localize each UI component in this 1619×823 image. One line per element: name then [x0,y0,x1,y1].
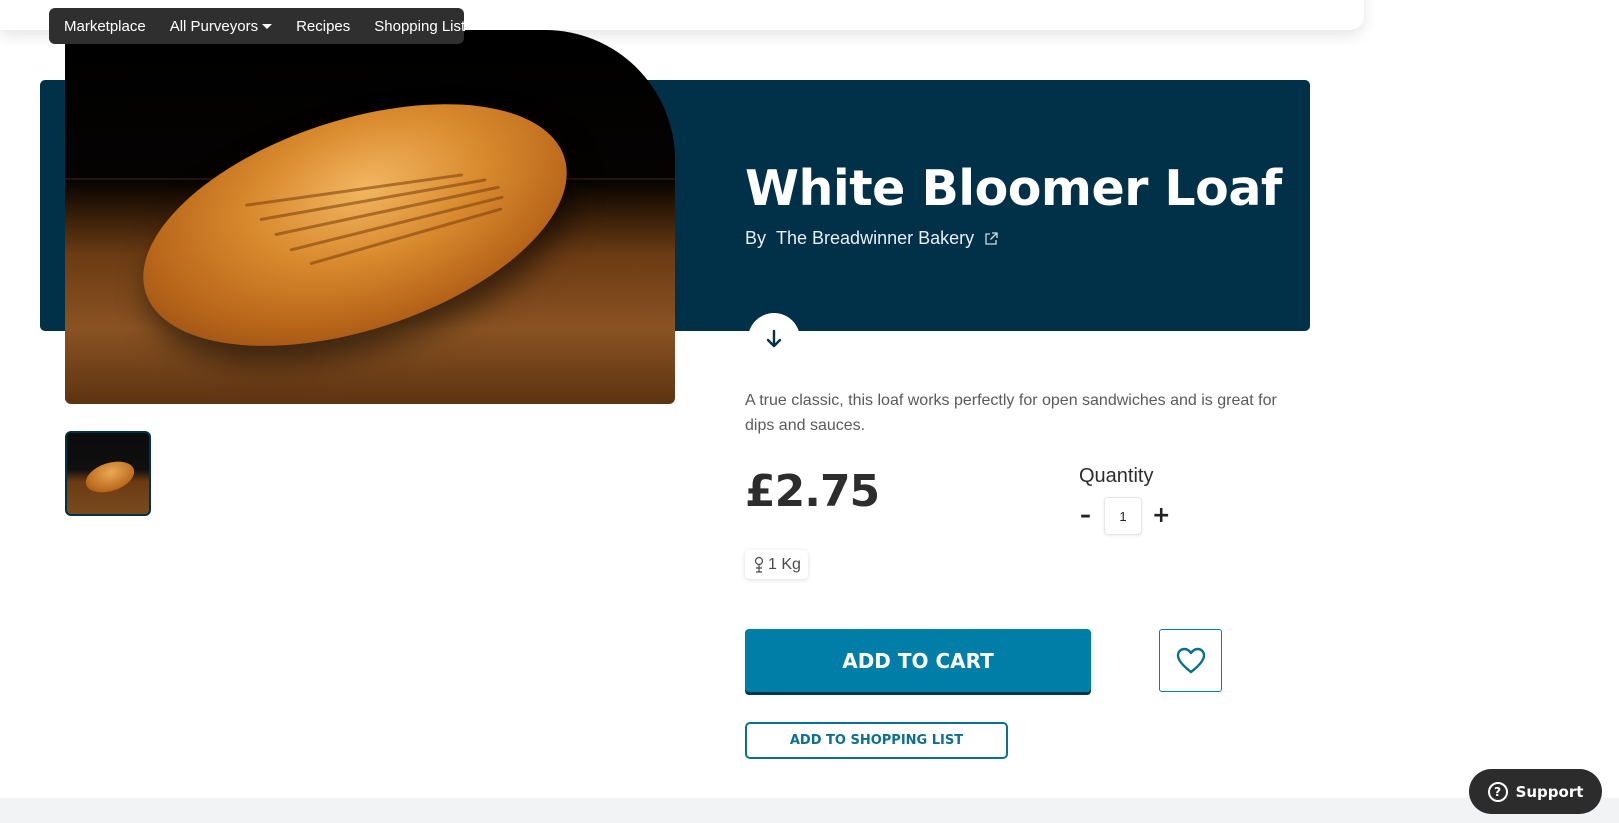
nav-marketplace[interactable]: Marketplace [57,18,153,35]
quantity-decrease-button[interactable]: – [1080,503,1091,528]
vendor-link[interactable]: The Breadwinner Bakery [776,228,974,249]
bread-loaf-image [113,57,597,393]
product-title: White Bloomer Loaf [745,160,1282,217]
thumbnail-loaf [81,455,139,499]
nav-all-purveyors-dropdown[interactable]: All Purveyors [163,18,279,35]
nav-recipes-label: Recipes [296,17,351,35]
vendor-byline: By The Breadwinner Bakery [745,228,998,249]
caret-down-icon [262,23,273,29]
product-thumbnail[interactable] [65,431,151,516]
arrow-down-icon [766,329,782,348]
nav-all-purveyors-label: All Purveyors [169,17,259,35]
help-icon: ? [1487,781,1508,802]
quantity-label: Quantity [1079,465,1154,487]
heart-icon [1176,647,1205,673]
support-label: Support [1515,782,1584,801]
add-to-cart-button[interactable]: ADD TO CART [745,629,1091,692]
support-button[interactable]: ? Support [1469,769,1602,814]
wishlist-button[interactable] [1159,629,1222,692]
nav-marketplace-label: Marketplace [64,17,146,35]
weight-badge: 1 Kg [745,550,808,579]
footer-band [0,798,1619,823]
nav-shopping-list-label: Shopping List [374,17,466,35]
external-link-icon[interactable] [984,231,998,246]
top-nav: Marketplace All Purveyors Recipes Shoppi… [49,8,465,44]
quantity-increase-button[interactable]: + [1152,503,1170,528]
nav-recipes[interactable]: Recipes [289,18,357,35]
product-description: A true classic, this loaf works perfectl… [745,392,1277,434]
product-price: £2.75 [745,466,880,517]
add-to-shopping-list-button[interactable]: ADD TO SHOPPING LIST [745,722,1008,759]
weight-icon [754,556,764,573]
weight-value: 1 Kg [768,555,801,573]
product-main-image [65,30,675,404]
nav-shopping-list[interactable]: Shopping List [367,18,472,35]
by-label: By [745,228,767,248]
quantity-input[interactable] [1104,497,1142,535]
scroll-down-button[interactable] [748,313,800,365]
